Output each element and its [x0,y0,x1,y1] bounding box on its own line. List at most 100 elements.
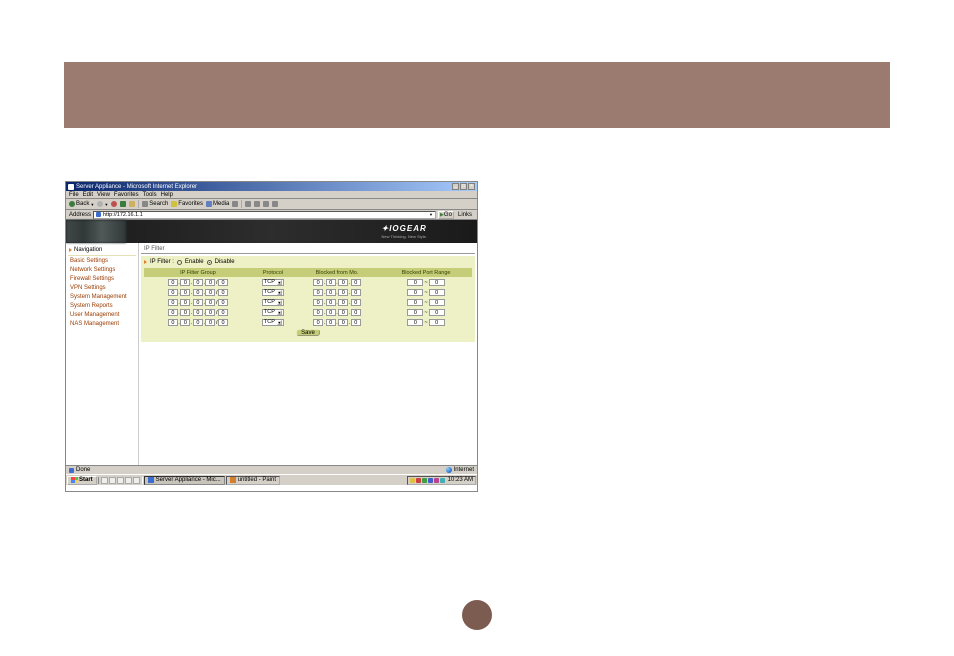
menu-edit[interactable]: Edit [83,192,93,198]
port-from[interactable]: 0 [407,309,423,316]
print-icon[interactable] [254,201,260,207]
maximize-button[interactable]: □ [460,183,467,190]
from-octet[interactable]: 0 [351,299,361,306]
protocol-select[interactable]: TCP▾ [262,309,284,316]
ql-icon-4[interactable] [125,477,132,484]
edit-icon[interactable] [263,201,269,207]
port-to[interactable]: 0 [429,299,445,306]
nav-system-management[interactable]: System Management [68,292,136,301]
forward-button[interactable]: ▼ [97,201,108,207]
from-octet[interactable]: 0 [338,299,348,306]
port-from[interactable]: 0 [407,319,423,326]
links-button[interactable]: Links [456,212,474,218]
refresh-icon[interactable] [120,201,126,207]
task-ie[interactable]: Server Appliance - Mic... [144,476,225,485]
from-octet[interactable]: 0 [313,289,323,296]
ip-mask[interactable]: 0 [218,279,228,286]
port-to[interactable]: 0 [429,319,445,326]
port-to[interactable]: 0 [429,289,445,296]
from-octet[interactable]: 0 [326,319,336,326]
menu-favorites[interactable]: Favorites [114,192,139,198]
menu-tools[interactable]: Tools [143,192,157,198]
from-octet[interactable]: 0 [338,309,348,316]
nav-system-reports[interactable]: System Reports [68,301,136,310]
ip-octet[interactable]: 0 [205,289,215,296]
ip-octet[interactable]: 0 [193,299,203,306]
port-from[interactable]: 0 [407,289,423,296]
tray-icon-6[interactable] [440,478,445,483]
ip-octet[interactable]: 0 [180,289,190,296]
address-input[interactable]: http://172.16.1.1 ▼ [93,211,436,219]
from-octet[interactable]: 0 [326,299,336,306]
discuss-icon[interactable] [272,201,278,207]
favorites-button[interactable]: Favorites [171,201,203,207]
tray-icon-2[interactable] [416,478,421,483]
from-octet[interactable]: 0 [313,319,323,326]
ip-octet[interactable]: 0 [193,309,203,316]
stop-icon[interactable] [111,201,117,207]
port-from[interactable]: 0 [407,279,423,286]
ql-icon-5[interactable] [133,477,140,484]
go-button[interactable]: ▶Go [438,211,454,219]
port-from[interactable]: 0 [407,299,423,306]
ip-octet[interactable]: 0 [180,319,190,326]
tray-icon-3[interactable] [422,478,427,483]
menu-help[interactable]: Help [161,192,173,198]
ip-octet[interactable]: 0 [205,299,215,306]
home-icon[interactable] [129,201,135,207]
from-octet[interactable]: 0 [313,309,323,316]
ip-mask[interactable]: 0 [218,299,228,306]
ip-mask[interactable]: 0 [218,289,228,296]
back-button[interactable]: Back▼ [69,201,94,207]
nav-nas-management[interactable]: NAS Management [68,319,136,328]
protocol-select[interactable]: TCP▾ [262,299,284,306]
from-octet[interactable]: 0 [313,279,323,286]
ip-octet[interactable]: 0 [205,319,215,326]
history-icon[interactable] [232,201,238,207]
from-octet[interactable]: 0 [326,309,336,316]
protocol-select[interactable]: TCP▾ [262,319,284,326]
minimize-button[interactable]: _ [452,183,459,190]
ql-icon-1[interactable] [101,477,108,484]
nav-vpn-settings[interactable]: VPN Settings [68,283,136,292]
nav-firewall-settings[interactable]: Firewall Settings [68,274,136,283]
start-button[interactable]: Start [67,476,97,485]
ql-icon-2[interactable] [109,477,116,484]
ip-mask[interactable]: 0 [218,319,228,326]
task-paint[interactable]: untitled - Paint [226,476,280,485]
enable-radio[interactable] [177,260,182,265]
ip-octet[interactable]: 0 [180,299,190,306]
chevron-down-icon[interactable]: ▼ [429,212,433,217]
ip-octet[interactable]: 0 [168,279,178,286]
ip-octet[interactable]: 0 [205,309,215,316]
ip-octet[interactable]: 0 [193,319,203,326]
ip-octet[interactable]: 0 [180,279,190,286]
menu-view[interactable]: View [97,192,110,198]
ip-octet[interactable]: 0 [168,299,178,306]
tray-icon-5[interactable] [434,478,439,483]
ip-octet[interactable]: 0 [168,309,178,316]
nav-network-settings[interactable]: Network Settings [68,265,136,274]
nav-basic-settings[interactable]: Basic Settings [68,256,136,265]
menu-file[interactable]: File [69,192,79,198]
port-to[interactable]: 0 [429,309,445,316]
nav-user-management[interactable]: User Management [68,310,136,319]
from-octet[interactable]: 0 [351,279,361,286]
from-octet[interactable]: 0 [313,299,323,306]
from-octet[interactable]: 0 [351,289,361,296]
ip-octet[interactable]: 0 [193,279,203,286]
close-button[interactable]: × [468,183,475,190]
ip-octet[interactable]: 0 [168,289,178,296]
ip-octet[interactable]: 0 [168,319,178,326]
ip-octet[interactable]: 0 [205,279,215,286]
mail-icon[interactable] [245,201,251,207]
port-to[interactable]: 0 [429,279,445,286]
from-octet[interactable]: 0 [338,279,348,286]
disable-radio[interactable] [207,260,212,265]
from-octet[interactable]: 0 [338,319,348,326]
search-button[interactable]: Search [142,201,168,207]
ip-mask[interactable]: 0 [218,309,228,316]
ip-octet[interactable]: 0 [180,309,190,316]
from-octet[interactable]: 0 [351,319,361,326]
from-octet[interactable]: 0 [326,289,336,296]
